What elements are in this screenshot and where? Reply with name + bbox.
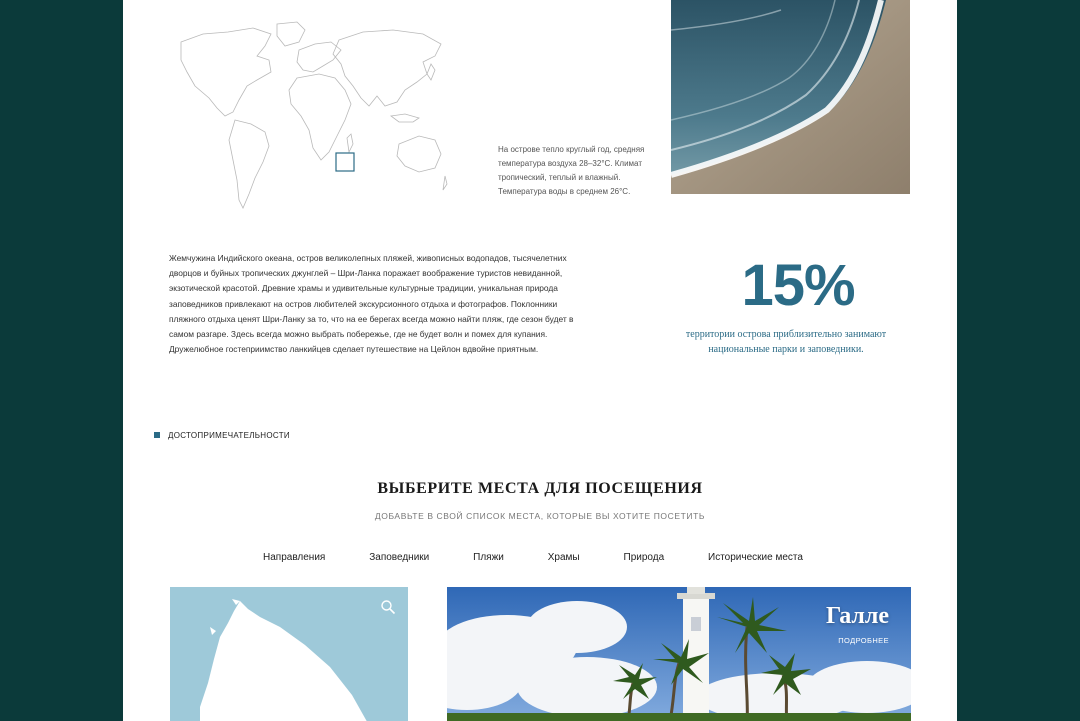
- section-marker: [154, 432, 160, 438]
- section-label: достопримечательности: [154, 431, 290, 440]
- stat-caption: территории острова приблизительно занима…: [685, 329, 887, 355]
- tab-nature[interactable]: Природа: [624, 552, 665, 563]
- place-card-galle[interactable]: Галле подробнее: [447, 587, 911, 721]
- place-card-title: Галле: [826, 603, 889, 629]
- tab-beaches[interactable]: Пляжи: [473, 552, 504, 563]
- section-label-text: достопримечательности: [168, 431, 290, 440]
- intro-text: Жемчужина Индийского океана, остров вели…: [169, 253, 574, 355]
- stat-value: 15%: [741, 253, 855, 318]
- island-map[interactable]: [170, 587, 408, 721]
- tab-historic-places[interactable]: Исторические места: [708, 552, 803, 563]
- sri-lanka-marker: [335, 152, 355, 172]
- tab-directions[interactable]: Направления: [263, 552, 325, 563]
- climate-text: На острове тепло круглый год, средняя те…: [498, 145, 645, 196]
- page-content: На острове тепло круглый год, средняя те…: [123, 0, 957, 721]
- category-tabs: Направления Заповедники Пляжи Храмы Прир…: [263, 552, 803, 563]
- section-title: ВЫБЕРИТЕ МЕСТА ДЛЯ ПОСЕЩЕНИЯ: [377, 480, 703, 497]
- place-card-more-link[interactable]: подробнее: [838, 636, 889, 645]
- tab-reserves[interactable]: Заповедники: [369, 552, 429, 563]
- tab-temples[interactable]: Храмы: [548, 552, 580, 563]
- beach-photo: [671, 0, 910, 194]
- world-map-illustration: [180, 21, 448, 209]
- search-icon[interactable]: [380, 599, 396, 615]
- section-subtitle: Добавьте в свой список места, которые вы…: [374, 511, 706, 521]
